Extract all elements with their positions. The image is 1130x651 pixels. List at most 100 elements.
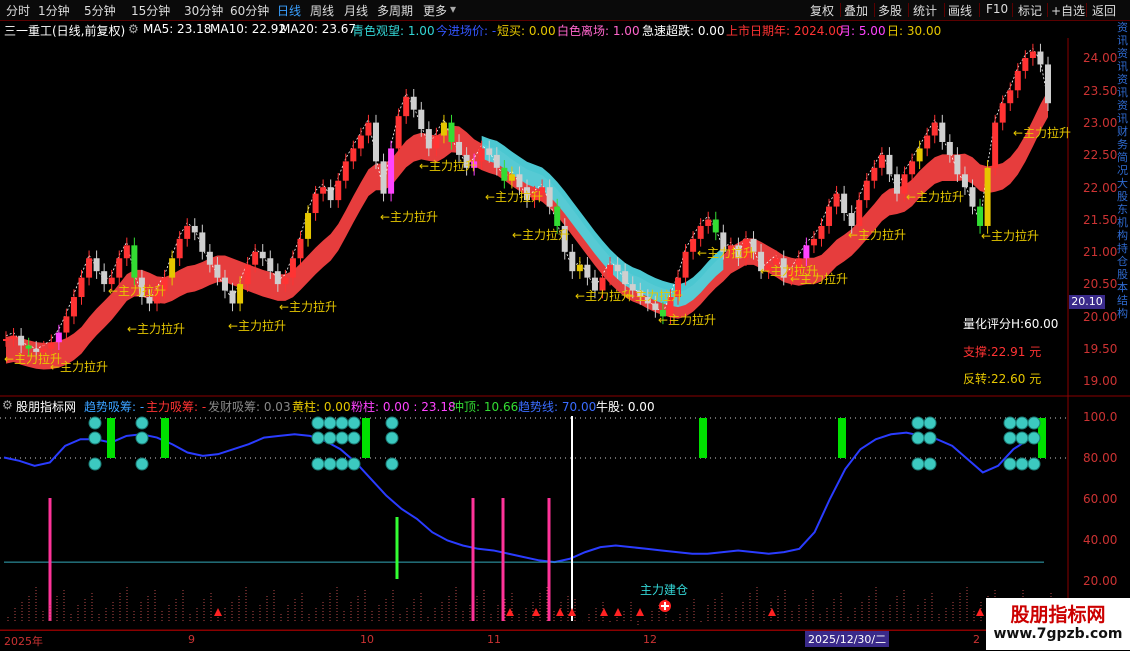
candle-body: [569, 251, 576, 272]
date-tick: 2025年: [4, 635, 43, 648]
biaoji-button[interactable]: 标记: [1018, 2, 1042, 19]
candle-body: [410, 96, 417, 110]
ind-tick: 60.00: [1083, 492, 1118, 506]
candle-body: [403, 96, 410, 117]
period-tab-day[interactable]: 日线: [277, 2, 301, 19]
candle-body: [169, 258, 176, 278]
candle-body: [878, 154, 885, 168]
signal-circle: [1003, 457, 1017, 471]
yue-value: 月: 5.00: [839, 24, 886, 38]
candle-body: [486, 148, 493, 155]
candle-body: [214, 264, 221, 278]
annotation-label: ←主力拉升: [697, 246, 756, 260]
candle-body: [803, 245, 810, 259]
period-tab-week[interactable]: 周线: [310, 2, 334, 19]
candle-body: [856, 200, 863, 226]
signal-circle: [347, 416, 361, 430]
date-tick: 2: [973, 633, 980, 646]
candle-body: [924, 135, 931, 149]
huaxian-button[interactable]: 画线: [948, 2, 972, 19]
candle-body: [954, 154, 961, 175]
candle-body: [267, 258, 274, 272]
more-chevron-icon[interactable]: ▾: [450, 2, 456, 16]
watermark-logo: 股朋指标网 www.7gpzb.com: [986, 598, 1130, 650]
niugu: 牛股: 0.00: [596, 400, 655, 414]
date-tick: 9: [188, 633, 195, 646]
signal-circle: [323, 457, 337, 471]
candle-body: [977, 206, 984, 226]
period-tab-30min[interactable]: 30分钟: [184, 2, 223, 19]
indicator-settings-icon[interactable]: ⚙: [2, 398, 13, 412]
up-arrow-icon: [506, 608, 514, 616]
candle-body: [614, 264, 621, 272]
signal-circle: [1003, 431, 1017, 445]
top-toolbar: 分时 1分钟 5分钟 15分钟 30分钟 60分钟 日线 周线 月线 多周期 更…: [0, 0, 1130, 21]
selected-date-tag: 2025/12/30/二: [805, 631, 890, 647]
candle-body: [274, 271, 281, 285]
candle-body: [848, 213, 855, 226]
divider: [1012, 3, 1013, 17]
candle-body: [682, 251, 689, 278]
date-axis: 2025年 9 10 11 12 2: [0, 630, 1130, 651]
candle-body: [305, 213, 312, 239]
current-price-tag: 20.10: [1069, 295, 1105, 309]
candle-body: [456, 141, 463, 155]
duanmai: 短买: 0.00: [497, 24, 556, 38]
signal-circle: [911, 431, 925, 445]
settings-gear-icon[interactable]: ⚙: [128, 22, 139, 36]
period-tab-more[interactable]: 更多: [423, 2, 447, 19]
tongji-button[interactable]: 统计: [913, 2, 937, 19]
right-side-tabs[interactable]: 资讯资讯资讯资讯财务简况大股东机构持仓股本结构: [1117, 21, 1130, 391]
date-tick: 11: [487, 633, 501, 646]
candle-body: [931, 122, 938, 136]
candle-body: [123, 245, 130, 259]
candle-body: [992, 122, 999, 168]
period-tab-1min[interactable]: 1分钟: [38, 2, 70, 19]
candle-body: [1037, 51, 1044, 65]
diejia-button[interactable]: 叠加: [844, 2, 868, 19]
divider: [874, 3, 875, 17]
period-tab-fenshi[interactable]: 分时: [6, 2, 30, 19]
candle-body: [886, 154, 893, 175]
period-tab-5min[interactable]: 5分钟: [84, 2, 116, 19]
zhuli-xichou: 主力吸筹: -: [146, 400, 207, 414]
candle-body: [1022, 58, 1029, 71]
candle-body: [893, 174, 900, 194]
candle-body: [199, 232, 206, 252]
period-tab-15min[interactable]: 15分钟: [131, 2, 170, 19]
divider: [1047, 3, 1048, 17]
ma10-value: MA10: 22.92: [210, 22, 287, 36]
ind-tick: 100.0: [1083, 410, 1118, 424]
add-watchlist-button[interactable]: +自选: [1051, 2, 1085, 19]
period-tab-60min[interactable]: 60分钟: [230, 2, 269, 19]
ma5-value: MA5: 23.18: [143, 22, 212, 36]
indicator-name[interactable]: 股朋指标网: [16, 398, 76, 415]
signal-circle: [385, 457, 399, 471]
baise-lichang: 白色离场: 1.00: [557, 24, 640, 38]
up-arrow-icon: [976, 608, 984, 616]
candle-body: [810, 238, 817, 246]
candle-body: [237, 284, 244, 304]
period-tab-month[interactable]: 月线: [344, 2, 368, 19]
candle-body: [584, 264, 591, 278]
signal-circle: [88, 457, 102, 471]
candle-body: [320, 187, 327, 194]
stock-title[interactable]: 三一重工(日线,前复权): [4, 22, 125, 39]
signal-circle: [88, 416, 102, 430]
annotation-label: ←主力拉升: [108, 284, 167, 298]
chongding: 冲顶: 10.66: [452, 400, 519, 414]
date-tick: 10: [360, 633, 374, 646]
period-tab-multi[interactable]: 多周期: [377, 2, 413, 19]
duogu-button[interactable]: 多股: [878, 2, 902, 19]
signal-circle: [135, 431, 149, 445]
candle-body: [282, 277, 289, 285]
fuquan-button[interactable]: 复权: [810, 2, 834, 19]
candle-body: [297, 238, 304, 259]
annotation-label: ←主力拉升: [658, 313, 717, 327]
back-button[interactable]: 返回: [1092, 2, 1116, 19]
signal-circle: [1015, 431, 1029, 445]
candle-body: [131, 245, 138, 278]
candle-body: [607, 264, 614, 278]
candle-body: [380, 161, 387, 194]
f10-button[interactable]: F10: [986, 2, 1008, 16]
